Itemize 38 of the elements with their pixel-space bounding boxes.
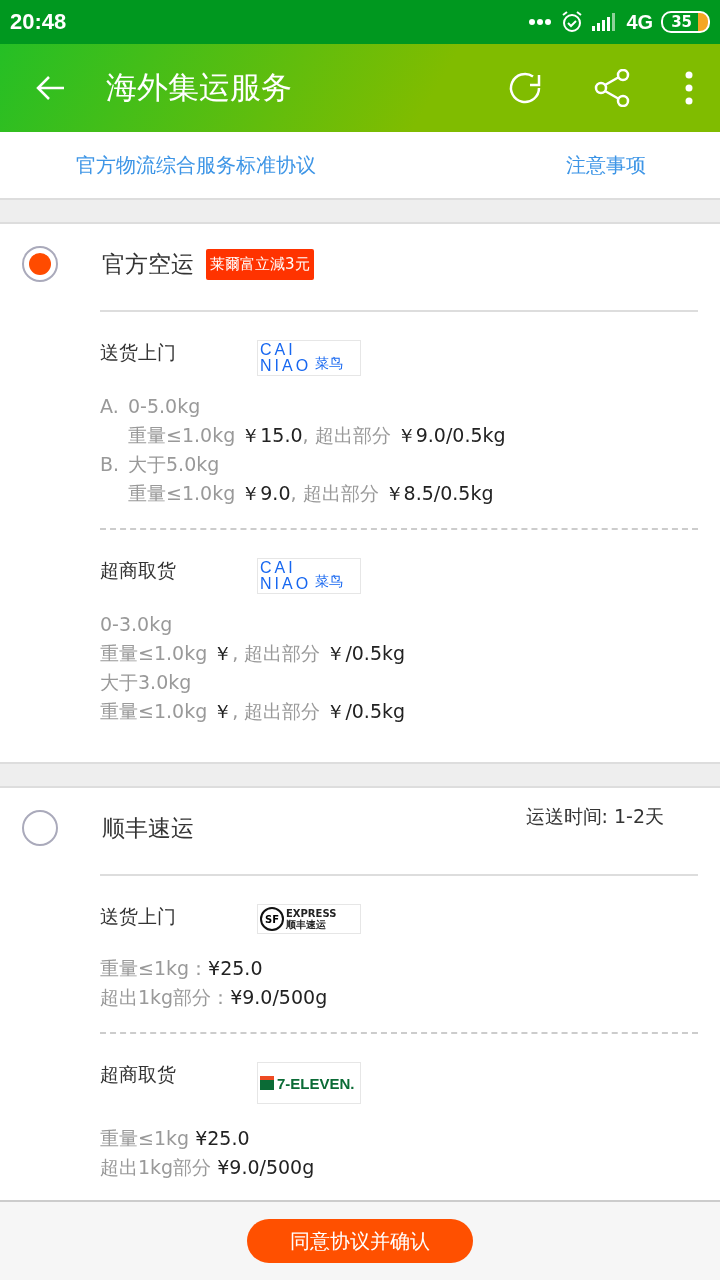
price-line: 重量≤1.0kg ￥, 超出部分 ￥/0.5kg xyxy=(100,641,406,666)
price-line: 重量≤1kg：¥25.0 xyxy=(100,956,263,981)
agreement-link[interactable]: 注意事项 xyxy=(566,151,646,179)
network-label: 4G xyxy=(626,10,654,34)
method-label: 超商取货 xyxy=(100,558,177,583)
store-logo: 7-ELEVEN. xyxy=(257,1062,361,1104)
courier-logo: CAI NIAO 菜鸟 xyxy=(257,558,361,594)
share-icon[interactable] xyxy=(594,69,630,107)
weight-range: 0-5.0kg xyxy=(128,394,201,419)
method-label: 超商取货 xyxy=(100,1062,177,1087)
weight-range: 0-3.0kg xyxy=(100,612,173,637)
back-arrow-icon[interactable] xyxy=(36,75,66,101)
price-line: 超出1kg部分 ¥9.0/500g xyxy=(100,1155,315,1180)
price-line: 超出1kg部分：¥9.0/500g xyxy=(100,985,328,1010)
discount-badge: 莱爾富立減3元 xyxy=(206,248,314,280)
option-name: 顺丰速运 xyxy=(102,813,194,843)
method-label: 送货上门 xyxy=(100,904,177,929)
courier-logo: CAI NIAO 菜鸟 xyxy=(257,340,361,376)
price-line: 重量≤1kg ¥25.0 xyxy=(100,1126,250,1151)
more-menu-icon[interactable] xyxy=(684,71,694,105)
delivery-time: 运送时间: 1-2天 xyxy=(525,804,664,829)
price-line: 重量≤1.0kg ￥, 超出部分 ￥/0.5kg xyxy=(100,699,406,724)
tier-marker: A. xyxy=(100,394,120,419)
page-title: 海外集运服务 xyxy=(106,68,293,107)
radio-button[interactable] xyxy=(22,246,58,282)
battery-indicator: 35 xyxy=(661,11,710,33)
agreement-link[interactable]: 官方物流综合服务标准协议 xyxy=(76,151,316,179)
more-dots-icon xyxy=(528,18,553,26)
weight-range: 大于5.0kg xyxy=(128,452,220,477)
weight-range: 大于3.0kg xyxy=(100,670,192,695)
method-label: 送货上门 xyxy=(100,340,177,365)
radio-button[interactable] xyxy=(22,810,58,846)
price-line: 重量≤1.0kg ￥9.0, 超出部分 ￥8.5/0.5kg xyxy=(128,481,494,506)
confirm-button[interactable]: 同意协议并确认 xyxy=(247,1219,473,1263)
status-time: 20:48 xyxy=(10,9,67,35)
tier-marker: B. xyxy=(100,452,121,477)
price-line: 重量≤1.0kg ￥15.0, 超出部分 ￥9.0/0.5kg xyxy=(128,423,506,448)
option-name: 官方空运 xyxy=(102,249,194,279)
